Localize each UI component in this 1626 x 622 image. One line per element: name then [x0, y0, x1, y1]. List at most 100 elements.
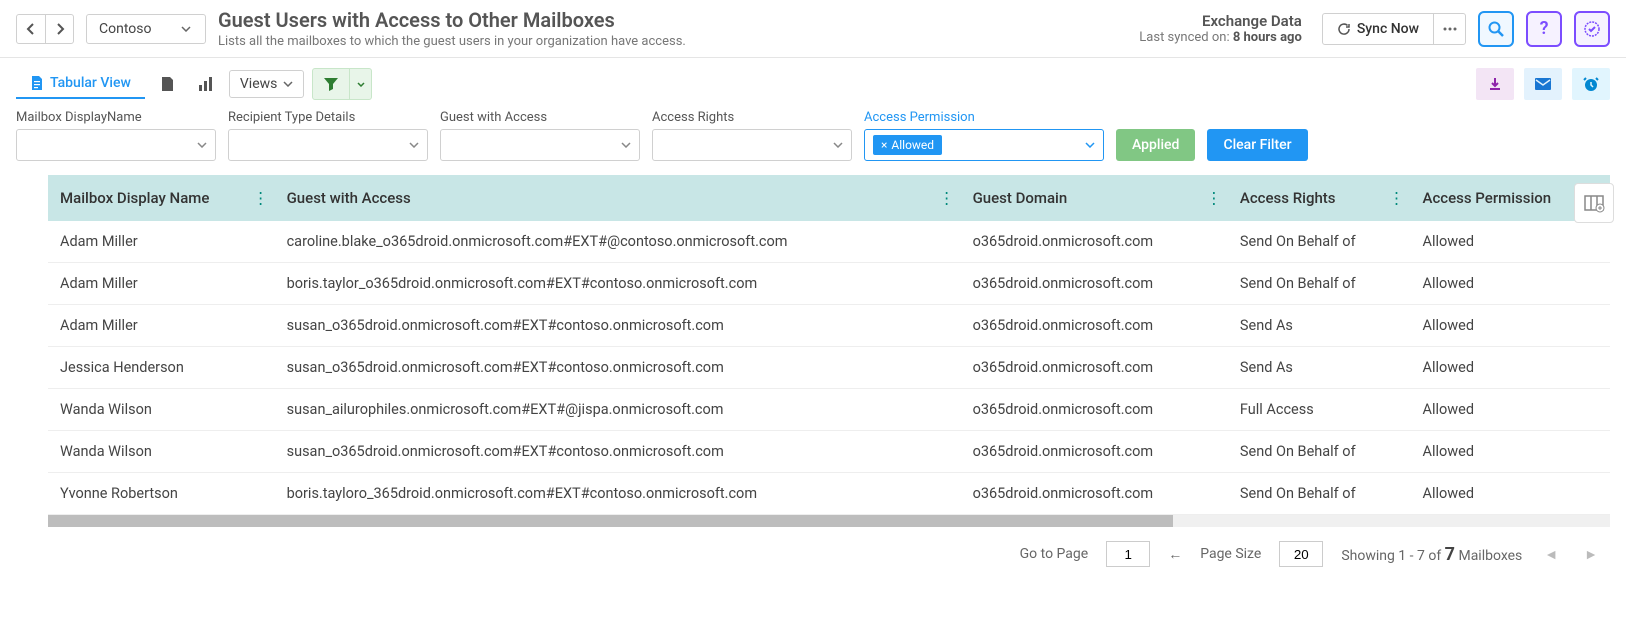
- goto-page-label: Go to Page: [1020, 546, 1089, 562]
- more-icon: [1443, 27, 1457, 31]
- nav-forward[interactable]: [45, 15, 73, 43]
- column-menu-icon[interactable]: ⋮: [1206, 189, 1222, 208]
- chevron-down-icon: [197, 142, 207, 148]
- sync-status: Exchange Data Last synced on: 8 hours ag…: [1139, 12, 1302, 45]
- table-cell: Adam Miller: [48, 263, 275, 305]
- chevron-down-icon: [833, 142, 843, 148]
- chevron-down-icon: [181, 26, 191, 32]
- table-row[interactable]: Jessica Hendersonsusan_o365droid.onmicro…: [48, 347, 1610, 389]
- tenant-select[interactable]: Contoso: [86, 14, 206, 44]
- filter-label-rights: Access Rights: [652, 110, 852, 125]
- table-cell: Wanda Wilson: [48, 389, 275, 431]
- chart-icon: [197, 75, 215, 93]
- nav-arrows: [16, 14, 74, 44]
- chevron-down-icon: [409, 142, 419, 148]
- download-button[interactable]: [1476, 68, 1514, 100]
- table-cell: Allowed: [1411, 347, 1611, 389]
- global-search-button[interactable]: [1478, 11, 1514, 47]
- table-cell: Adam Miller: [48, 305, 275, 347]
- filter-label-mailbox: Mailbox DisplayName: [16, 110, 216, 125]
- applied-button[interactable]: Applied: [1116, 129, 1195, 161]
- sync-now-more[interactable]: [1433, 14, 1465, 44]
- page-size-input[interactable]: [1279, 541, 1323, 567]
- table-cell: susan_o365droid.onmicrosoft.com#EXT#cont…: [275, 347, 961, 389]
- table-cell: susan_ailurophiles.onmicrosoft.com#EXT#@…: [275, 389, 961, 431]
- table-cell: Allowed: [1411, 431, 1611, 473]
- filter-select-mailbox[interactable]: [16, 129, 216, 161]
- page-subtitle: Lists all the mailboxes to which the gue…: [218, 34, 686, 49]
- export-tool[interactable]: [153, 69, 183, 99]
- filter-select-guest[interactable]: [440, 129, 640, 161]
- column-header[interactable]: Guest with Access⋮: [275, 175, 961, 221]
- table-cell: o365droid.onmicrosoft.com: [961, 305, 1228, 347]
- export-icon: [159, 75, 177, 93]
- goto-page-go[interactable]: ←: [1168, 546, 1182, 563]
- chip-remove[interactable]: ×: [881, 138, 887, 152]
- tabular-view-tab[interactable]: Tabular View: [16, 69, 145, 99]
- column-settings-button[interactable]: [1574, 183, 1614, 223]
- table-cell: o365droid.onmicrosoft.com: [961, 263, 1228, 305]
- column-menu-icon[interactable]: ⋮: [253, 189, 269, 208]
- chevron-down-icon: [283, 81, 293, 87]
- clear-filter-button[interactable]: Clear Filter: [1207, 129, 1307, 161]
- chevron-down-icon: [357, 82, 365, 87]
- table-cell: boris.tayloro_365droid.onmicrosoft.com#E…: [275, 473, 961, 515]
- audit-button[interactable]: [1574, 11, 1610, 47]
- clock-icon: [1582, 75, 1600, 93]
- sync-title: Exchange Data: [1139, 12, 1302, 30]
- column-header[interactable]: Mailbox Display Name⋮: [48, 175, 275, 221]
- table-cell: Send On Behalf of: [1228, 431, 1411, 473]
- table-row[interactable]: Adam Millercaroline.blake_o365droid.onmi…: [48, 221, 1610, 263]
- sync-now-button[interactable]: Sync Now: [1323, 14, 1433, 44]
- table-cell: Send On Behalf of: [1228, 263, 1411, 305]
- columns-icon: [1583, 192, 1605, 214]
- table-cell: o365droid.onmicrosoft.com: [961, 431, 1228, 473]
- table-cell: Allowed: [1411, 389, 1611, 431]
- column-header[interactable]: Access Rights⋮: [1228, 175, 1411, 221]
- filter-dropdown[interactable]: [349, 69, 371, 99]
- column-header[interactable]: Guest Domain⋮: [961, 175, 1228, 221]
- chevron-down-icon: [1085, 142, 1095, 148]
- table-row[interactable]: Wanda Wilsonsusan_ailurophiles.onmicroso…: [48, 389, 1610, 431]
- table-cell: Jessica Henderson: [48, 347, 275, 389]
- table-cell: Allowed: [1411, 305, 1611, 347]
- nav-back[interactable]: [17, 15, 45, 43]
- table-row[interactable]: Yvonne Robertsonboris.tayloro_365droid.o…: [48, 473, 1610, 515]
- filter-select-permission[interactable]: × Allowed: [864, 129, 1104, 161]
- filter-chip-allowed: × Allowed: [873, 135, 942, 155]
- table-cell: caroline.blake_o365droid.onmicrosoft.com…: [275, 221, 961, 263]
- pager-prev[interactable]: ◄: [1540, 546, 1562, 563]
- help-button[interactable]: ?: [1526, 11, 1562, 47]
- table-cell: Allowed: [1411, 263, 1611, 305]
- chart-tool[interactable]: [191, 69, 221, 99]
- filter-select-recipient[interactable]: [228, 129, 428, 161]
- table-row[interactable]: Wanda Wilsonsusan_o365droid.onmicrosoft.…: [48, 431, 1610, 473]
- help-icon: ?: [1540, 18, 1549, 39]
- column-menu-icon[interactable]: ⋮: [1389, 189, 1405, 208]
- title-block: Guest Users with Access to Other Mailbox…: [218, 8, 686, 49]
- horizontal-scrollbar[interactable]: [48, 515, 1610, 527]
- table-cell: Send On Behalf of: [1228, 473, 1411, 515]
- table-row[interactable]: Adam Millerboris.taylor_o365droid.onmicr…: [48, 263, 1610, 305]
- goto-page-input[interactable]: [1106, 541, 1150, 567]
- pager-next[interactable]: ►: [1580, 546, 1602, 563]
- filter-label-permission: Access Permission: [864, 110, 1104, 125]
- sync-subtitle: Last synced on: 8 hours ago: [1139, 30, 1302, 45]
- views-dropdown[interactable]: Views: [229, 70, 305, 98]
- filter-select-rights[interactable]: [652, 129, 852, 161]
- page-title: Guest Users with Access to Other Mailbox…: [218, 8, 686, 32]
- mail-button[interactable]: [1524, 68, 1562, 100]
- filter-button[interactable]: [313, 69, 349, 99]
- schedule-button[interactable]: [1572, 68, 1610, 100]
- page-size-label: Page Size: [1200, 546, 1261, 562]
- column-menu-icon[interactable]: ⋮: [939, 189, 955, 208]
- filter-button-group: [312, 68, 372, 100]
- table-row[interactable]: Adam Millersusan_o365droid.onmicrosoft.c…: [48, 305, 1610, 347]
- search-icon: [1487, 20, 1505, 38]
- table-cell: Adam Miller: [48, 221, 275, 263]
- results-table: Mailbox Display Name⋮Guest with Access⋮G…: [48, 175, 1610, 515]
- table-cell: Send On Behalf of: [1228, 221, 1411, 263]
- check-badge-icon: [1583, 20, 1601, 38]
- table-cell: susan_o365droid.onmicrosoft.com#EXT#cont…: [275, 305, 961, 347]
- refresh-icon: [1337, 22, 1351, 36]
